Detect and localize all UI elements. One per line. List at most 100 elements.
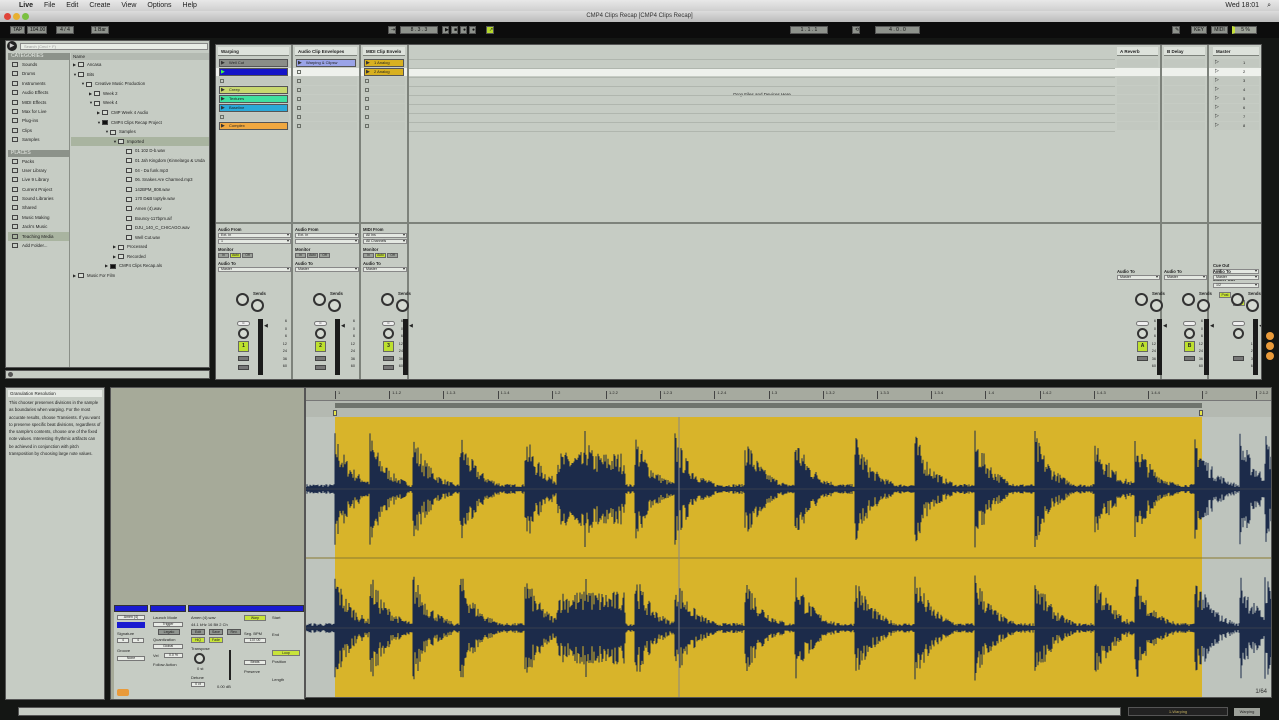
io-toggle[interactable] bbox=[1266, 332, 1274, 340]
clip-slot[interactable] bbox=[1117, 95, 1158, 103]
menu-options[interactable]: Options bbox=[147, 2, 171, 9]
save-button[interactable]: Save bbox=[209, 629, 223, 635]
beat-ruler[interactable]: 1 1.1.2 1.1.3 1.1.4 1.2 1.2.2 1.2.3 1.2.4 1.3 1.3… bbox=[306, 388, 1271, 401]
menu-live[interactable]: Live bbox=[19, 2, 33, 9]
track-activator[interactable]: 3 bbox=[383, 341, 394, 352]
pan-value[interactable] bbox=[1232, 321, 1245, 326]
clip-stop-icon[interactable] bbox=[297, 70, 301, 74]
clip-slot[interactable] bbox=[1164, 68, 1205, 76]
clip-launch-icon[interactable]: ▶ bbox=[366, 69, 370, 75]
legato-button[interactable]: Legato bbox=[158, 629, 180, 635]
monitor-in-button[interactable]: In bbox=[295, 253, 306, 258]
input-channel-chooser[interactable]: All Channels bbox=[363, 239, 407, 244]
send-b-knob[interactable] bbox=[1197, 299, 1210, 312]
clip-slot[interactable] bbox=[1164, 59, 1205, 67]
clip-slot[interactable] bbox=[295, 113, 357, 121]
output-chooser[interactable]: Master bbox=[1213, 275, 1259, 280]
tree-item[interactable]: 142BPM_808.wav bbox=[71, 185, 209, 195]
monitor-auto-button[interactable]: Auto bbox=[230, 253, 241, 258]
clip-launch-icon[interactable]: ▶ bbox=[221, 69, 225, 75]
edit-button[interactable]: Edit bbox=[191, 629, 205, 635]
place-item[interactable]: Current Project bbox=[8, 185, 69, 194]
clip-slot[interactable]: ▶ Textures bbox=[218, 95, 289, 103]
midi-map-button[interactable]: MIDI bbox=[1211, 26, 1228, 34]
automation-arm-button[interactable]: ↗ bbox=[486, 26, 494, 34]
clip-slot[interactable]: ▶ bbox=[218, 68, 289, 76]
clip[interactable]: ▶ Baseline bbox=[219, 104, 288, 112]
place-item[interactable]: Add Folder... bbox=[8, 241, 69, 250]
clip-slot[interactable] bbox=[1117, 68, 1158, 76]
clip-slot[interactable] bbox=[1117, 59, 1158, 67]
scene-launch[interactable]: ▷ 5 bbox=[1213, 95, 1259, 103]
tree-item[interactable]: ▼ Bits bbox=[71, 70, 209, 80]
sample-box-header[interactable] bbox=[188, 605, 304, 612]
clip-slot[interactable]: ▶ Well Cut bbox=[218, 59, 289, 67]
clip-slot[interactable] bbox=[363, 86, 405, 94]
clip-slot[interactable] bbox=[1164, 113, 1205, 121]
track-title[interactable]: B Delay bbox=[1164, 47, 1205, 56]
clip-launch-icon[interactable]: ▶ bbox=[221, 60, 225, 66]
clip-slot[interactable] bbox=[295, 95, 357, 103]
tree-item[interactable]: Well Cut.wav bbox=[71, 233, 209, 243]
play-button[interactable]: ▶ bbox=[442, 26, 449, 34]
overdub-button[interactable]: ● bbox=[469, 26, 476, 34]
menu-help[interactable]: Help bbox=[183, 2, 197, 9]
output-chooser[interactable]: Master bbox=[1117, 275, 1160, 280]
clip[interactable]: ▶ 2 Analog bbox=[364, 68, 404, 76]
launch-mode-chooser[interactable]: Trigger bbox=[153, 622, 183, 627]
clip-stop-icon[interactable] bbox=[297, 106, 301, 110]
category-item[interactable]: Plug-ins bbox=[8, 116, 69, 125]
pan-value[interactable]: C bbox=[314, 321, 327, 326]
seg-bpm-field[interactable]: 137.00 bbox=[244, 638, 266, 643]
sends-toggle[interactable] bbox=[1266, 342, 1274, 350]
scene-launch-icon[interactable]: ▷ bbox=[1215, 68, 1219, 74]
close-window-button[interactable] bbox=[4, 13, 11, 20]
clip-launch-icon[interactable]: ▶ bbox=[221, 87, 225, 93]
warp-button[interactable]: Warp bbox=[244, 615, 266, 621]
clip-stop-icon[interactable] bbox=[297, 97, 301, 101]
record-button[interactable]: ● bbox=[460, 26, 467, 34]
clip-slot[interactable] bbox=[218, 77, 289, 85]
clip-slot[interactable] bbox=[295, 122, 357, 130]
track-activator[interactable]: A bbox=[1137, 341, 1148, 352]
place-item[interactable]: Packs bbox=[8, 157, 69, 166]
clip-slot[interactable] bbox=[1164, 104, 1205, 112]
monitor-auto-button[interactable]: Auto bbox=[375, 253, 386, 258]
track-activator[interactable]: 1 bbox=[238, 341, 249, 352]
tempo-field[interactable]: 104.00 bbox=[27, 26, 47, 34]
tree-item[interactable]: ▼ CMP4 Clips Recap Project bbox=[71, 118, 209, 128]
clip-stop-icon[interactable] bbox=[365, 106, 369, 110]
name-column-header[interactable]: Name bbox=[71, 53, 209, 60]
scene-launch[interactable]: ▷ 7 bbox=[1213, 113, 1259, 121]
track-title[interactable]: Master bbox=[1213, 47, 1259, 56]
send-a-knob[interactable] bbox=[381, 293, 394, 306]
monitor-off-button[interactable]: Off bbox=[319, 253, 330, 258]
send-b-knob[interactable] bbox=[1246, 299, 1259, 312]
arm-button[interactable] bbox=[383, 365, 394, 370]
scene-launch-icon[interactable]: ▷ bbox=[1215, 113, 1219, 119]
draw-mode-button[interactable]: ✎ bbox=[1172, 26, 1180, 34]
tree-item[interactable]: ▶ Music For Film bbox=[71, 271, 209, 281]
scene-launch[interactable]: ▷ 8 bbox=[1213, 122, 1259, 130]
clip-color[interactable] bbox=[117, 622, 145, 628]
clip-slot[interactable]: ▶ 2 Analog bbox=[363, 68, 405, 76]
tree-item[interactable]: ▼ Creative Music Production bbox=[71, 79, 209, 89]
tree-item[interactable]: 01 102 D-b.wav bbox=[71, 146, 209, 156]
tree-item[interactable]: ▶ CMP Week 4 Audio bbox=[71, 108, 209, 118]
mixer-divider[interactable] bbox=[216, 222, 1261, 224]
tree-item[interactable]: ▶ CMP4 Clips Recap.als bbox=[71, 261, 209, 271]
arm-button[interactable] bbox=[315, 365, 326, 370]
menu-file[interactable]: File bbox=[44, 2, 55, 9]
follow-button[interactable]: ⇥ bbox=[388, 26, 396, 34]
pan-value[interactable]: C bbox=[237, 321, 250, 326]
loop-bar[interactable] bbox=[306, 401, 1271, 417]
clip-slot[interactable] bbox=[1117, 122, 1158, 130]
clip[interactable]: ▶ 1 Analog bbox=[364, 59, 404, 67]
quantization-chooser[interactable]: Global bbox=[153, 644, 183, 649]
send-b-knob[interactable] bbox=[396, 299, 409, 312]
monitor-auto-button[interactable]: Auto bbox=[307, 253, 318, 258]
clip-slot[interactable] bbox=[363, 77, 405, 85]
clip-launch-icon[interactable]: ▶ bbox=[221, 105, 225, 111]
launch-box-header[interactable] bbox=[150, 605, 186, 612]
menu-edit[interactable]: Edit bbox=[66, 2, 78, 9]
